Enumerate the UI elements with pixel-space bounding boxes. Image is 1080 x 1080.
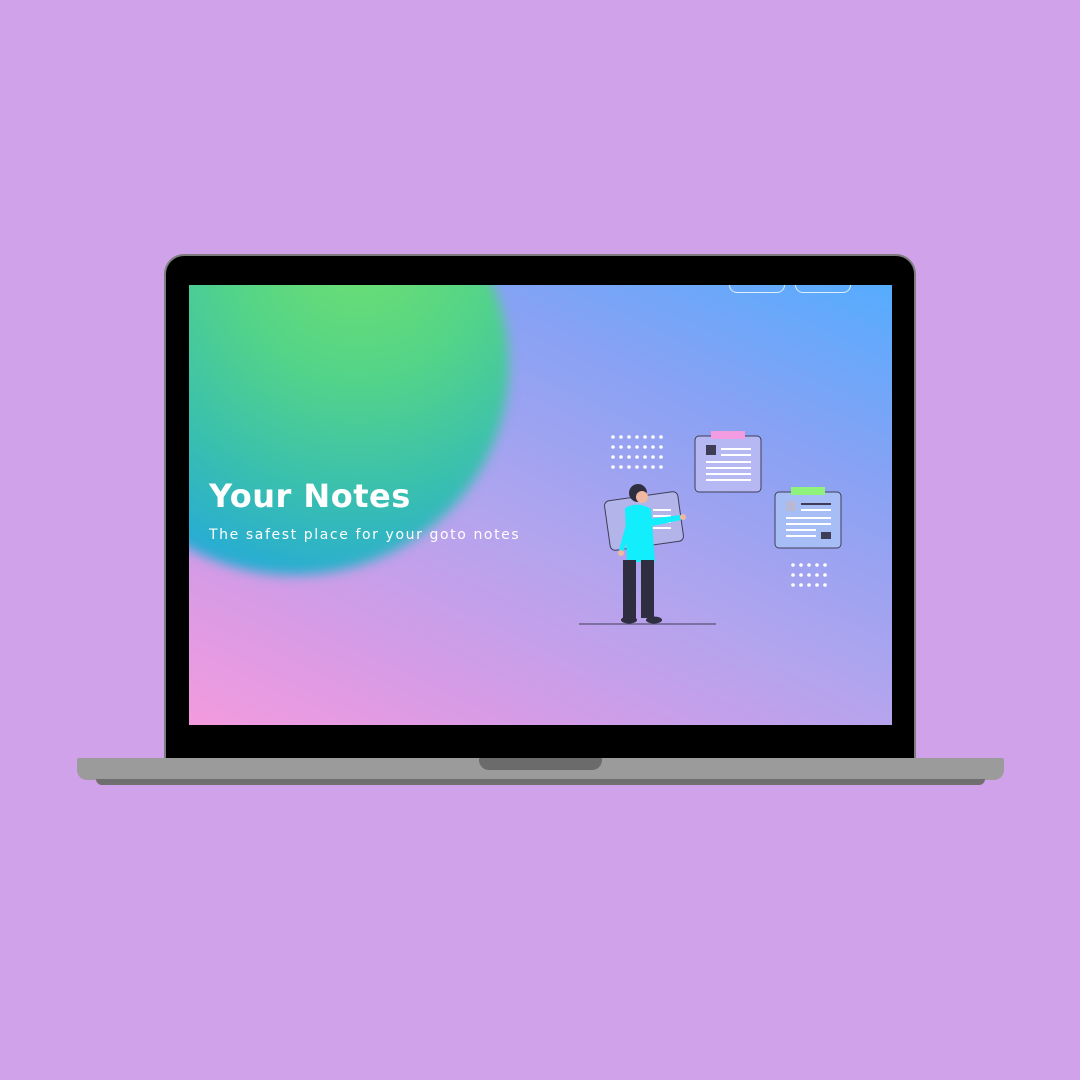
laptop-screen: Your Notes The safest place for your got…: [189, 285, 892, 725]
hero-title: Your Notes: [209, 477, 411, 515]
note-card-green: [774, 487, 842, 549]
nav-button-right[interactable]: [795, 285, 851, 293]
laptop-notch: [479, 758, 602, 770]
note-card-pink: [694, 431, 762, 493]
laptop-base-shadow: [96, 779, 985, 785]
dot-grid-bottom: [791, 563, 827, 587]
person-with-notes-illustration: [579, 431, 842, 625]
person-figure: [579, 484, 716, 625]
nav-button-left[interactable]: [729, 285, 785, 293]
dot-grid-top: [611, 435, 663, 469]
hero-subtitle: The safest place for your goto notes: [209, 527, 521, 543]
